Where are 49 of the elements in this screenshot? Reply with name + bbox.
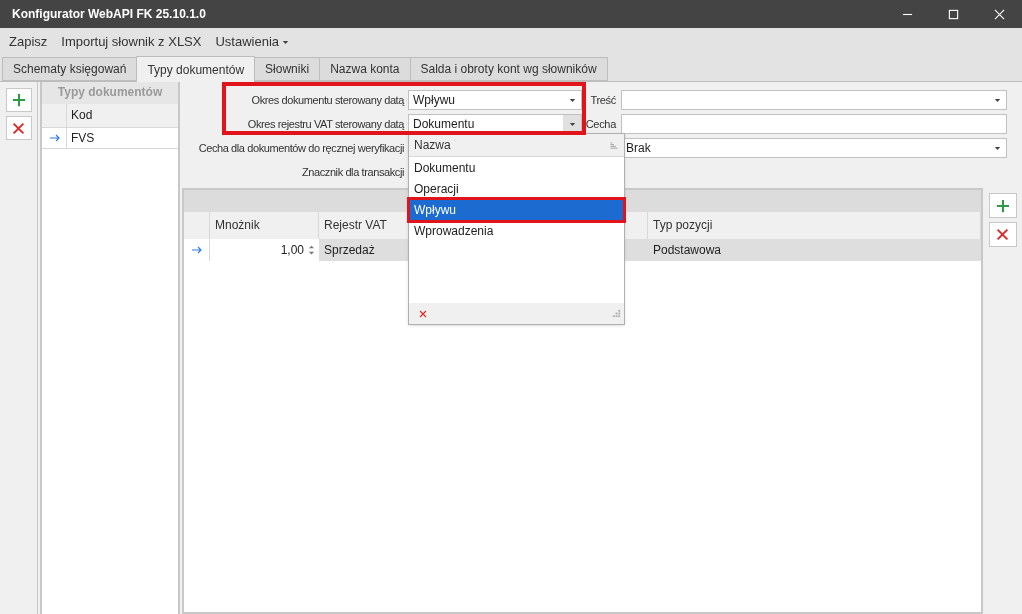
- list-option[interactable]: Wpływu: [410, 200, 623, 221]
- sort-icon[interactable]: [610, 141, 618, 149]
- list-option[interactable]: Operacji: [410, 179, 623, 200]
- menu-item[interactable]: Ustawienia: [208, 32, 297, 52]
- tab[interactable]: Nazwa konta: [319, 57, 411, 81]
- dropdown-field[interactable]: Dokumentu: [408, 114, 582, 134]
- cross-icon: [996, 228, 1009, 241]
- tab[interactable]: Typy dokumentów: [136, 56, 256, 82]
- plus-icon: [995, 198, 1010, 213]
- panel-title: Typy dokumentów: [42, 82, 178, 104]
- list-option[interactable]: Dokumentu: [410, 158, 623, 179]
- field-label: Okres rejestru VAT sterowany datą: [247, 116, 404, 132]
- field-label: Znacznik dla transakcji: [301, 164, 404, 180]
- tab[interactable]: Schematy księgowań: [2, 57, 138, 81]
- tab[interactable]: Słowniki: [254, 57, 321, 81]
- field-value: Dokumentu: [413, 116, 476, 133]
- field-value: 1,00: [280, 242, 304, 259]
- cross-icon: [419, 309, 427, 318]
- caret-icon: [993, 97, 1001, 103]
- cross-icon: [12, 121, 25, 135]
- menu-item[interactable]: Importuj słownik z XLSX: [54, 32, 209, 52]
- field-label: Okres dokumentu sterowany datą: [251, 92, 404, 108]
- caret-icon: [993, 145, 1001, 151]
- maximize-icon: [947, 8, 959, 20]
- dropdown-field[interactable]: [621, 90, 1007, 110]
- caret-icon: [568, 121, 576, 127]
- resize-grip-icon[interactable]: [612, 309, 621, 318]
- window-title: Konfigurator WebAPI FK 25.10.1.0: [12, 6, 206, 23]
- list-option[interactable]: Wprowadzenia: [410, 221, 623, 242]
- delete-button[interactable]: [5, 116, 32, 140]
- menu-item[interactable]: Zapisz: [2, 32, 55, 52]
- table-cell[interactable]: Podstawowa: [648, 239, 981, 261]
- dropdown-field[interactable]: Wpływu: [408, 90, 582, 110]
- close-icon: [993, 8, 1005, 20]
- clear-button[interactable]: [418, 308, 428, 319]
- delete-button[interactable]: [988, 222, 1017, 247]
- field-value: Brak: [626, 140, 652, 157]
- field-label: Treść: [590, 92, 616, 108]
- tab[interactable]: Salda i obroty kont wg słowników: [409, 57, 608, 81]
- spinner-icon[interactable]: [308, 243, 315, 257]
- field-label: Cecha dla dokumentów do ręcznej weryfikacji: [198, 140, 404, 156]
- field-label: Cecha: [585, 116, 616, 132]
- table-cell[interactable]: FVS: [67, 128, 178, 148]
- caret-icon: [568, 97, 576, 103]
- plus-icon: [11, 93, 26, 107]
- field-value: Wpływu: [413, 92, 456, 109]
- add-button[interactable]: [5, 88, 32, 112]
- add-button[interactable]: [988, 193, 1017, 218]
- input-field[interactable]: [621, 114, 1007, 134]
